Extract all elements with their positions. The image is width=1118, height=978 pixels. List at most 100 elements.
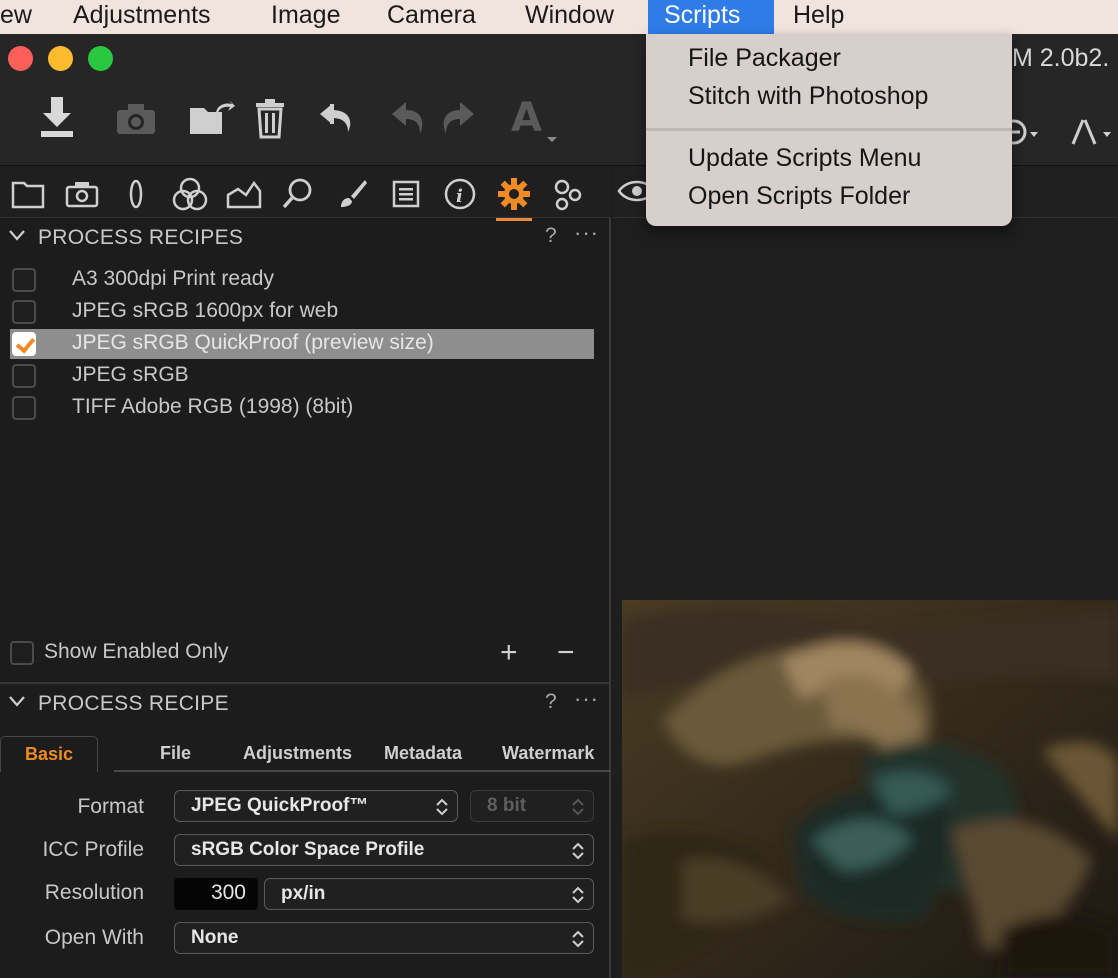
recipe-label: JPEG sRGB 1600px for web	[72, 299, 339, 322]
bit-depth-select: 8 bit	[470, 790, 594, 822]
tab-underline	[114, 770, 611, 772]
show-enabled-only-label: Show Enabled Only	[44, 640, 229, 663]
menu-scripts[interactable]: Scripts	[648, 0, 774, 34]
library-icon[interactable]	[6, 172, 50, 216]
tab-metadata[interactable]: Metadata	[384, 736, 462, 772]
recipe-checkbox[interactable]	[12, 364, 36, 388]
output-icon[interactable]	[492, 172, 536, 221]
updown-arrows-icon	[572, 842, 584, 860]
process-recipe-header[interactable]: PROCESS RECIPE ? ···	[0, 686, 611, 722]
zoom-window-button[interactable]	[88, 46, 113, 71]
recipe-subtabs: Basic File Adjustments Metadata Watermar…	[0, 736, 611, 772]
format-value: JPEG QuickProof™	[191, 795, 369, 816]
menu-view[interactable]: ew	[0, 0, 48, 34]
recipe-checkbox[interactable]	[12, 300, 36, 324]
reset-icon[interactable]	[316, 90, 360, 146]
menu-item-update-scripts-menu[interactable]: Update Scripts Menu	[688, 144, 921, 173]
help-button[interactable]: ?	[545, 690, 557, 714]
updown-arrows-icon	[572, 886, 584, 904]
recipe-checkbox[interactable]	[12, 396, 36, 420]
tab-adjustments[interactable]: Adjustments	[243, 736, 352, 772]
menu-window[interactable]: Window	[509, 0, 630, 34]
recipe-label: JPEG sRGB QuickProof (preview size)	[72, 331, 434, 354]
more-options-button[interactable]: ···	[574, 220, 599, 246]
recipe-label: TIFF Adobe RGB (1998) (8bit)	[72, 395, 354, 418]
resolution-value: 300	[210, 881, 246, 904]
process-recipes-title: PROCESS RECIPES	[38, 226, 244, 249]
updown-arrows-icon	[572, 930, 584, 948]
menu-adjustments[interactable]: Adjustments	[57, 0, 227, 34]
resolution-unit-value: px/in	[281, 883, 326, 904]
details-icon[interactable]	[276, 172, 320, 216]
tool-tab-bar: i	[0, 166, 611, 221]
menu-image[interactable]: Image	[255, 0, 356, 34]
menu-help[interactable]: Help	[777, 0, 860, 34]
section-divider	[0, 682, 611, 684]
text-annotation-icon[interactable]: A	[508, 90, 560, 146]
menu-bar: ew Adjustments Image Camera Window Scrip…	[0, 0, 1118, 34]
bit-depth-value: 8 bit	[487, 795, 527, 816]
recipe-checkbox-checked[interactable]	[12, 332, 36, 356]
import-icon[interactable]	[34, 90, 80, 146]
menu-item-open-scripts-folder[interactable]: Open Scripts Folder	[688, 182, 910, 211]
recipe-row[interactable]: TIFF Adobe RGB (1998) (8bit)	[10, 393, 594, 423]
image-preview[interactable]	[622, 600, 1118, 978]
updown-arrows-icon	[436, 798, 448, 816]
open-with-select[interactable]: None	[174, 922, 594, 954]
camera-icon[interactable]	[112, 90, 160, 146]
color-icon[interactable]	[168, 172, 212, 216]
show-enabled-only-checkbox[interactable]	[10, 641, 34, 665]
remove-recipe-button[interactable]: −	[557, 636, 575, 670]
resolution-input[interactable]: 300	[174, 878, 258, 910]
menu-item-stitch-with-photoshop[interactable]: Stitch with Photoshop	[688, 82, 928, 111]
icc-profile-value: sRGB Color Space Profile	[191, 839, 425, 860]
help-button[interactable]: ?	[545, 224, 557, 248]
metadata-icon[interactable]	[384, 172, 428, 216]
more-options-button[interactable]: ···	[574, 686, 599, 712]
recipe-row-selected[interactable]: JPEG sRGB QuickProof (preview size)	[10, 329, 594, 359]
tab-watermark[interactable]: Watermark	[502, 736, 594, 772]
add-recipe-button[interactable]: +	[500, 636, 518, 670]
info-icon[interactable]: i	[438, 172, 482, 216]
resolution-unit-select[interactable]: px/in	[264, 878, 594, 910]
tab-file[interactable]: File	[160, 736, 191, 772]
recipe-row[interactable]: JPEG sRGB 1600px for web	[10, 297, 594, 327]
recipe-row[interactable]: JPEG sRGB	[10, 361, 594, 391]
lens-icon[interactable]	[114, 172, 158, 216]
scripts-menu-dropdown: File Packager Stitch with Photoshop Upda…	[646, 34, 1012, 226]
menu-separator	[646, 128, 1012, 131]
chevron-down-icon[interactable]	[6, 690, 28, 712]
menu-item-file-packager[interactable]: File Packager	[688, 44, 841, 73]
move-to-folder-icon[interactable]	[188, 90, 236, 146]
format-select[interactable]: JPEG QuickProof™	[174, 790, 458, 822]
process-recipe-title: PROCESS RECIPE	[38, 692, 229, 715]
undo-icon[interactable]	[388, 90, 428, 146]
open-with-label: Open With	[44, 926, 144, 949]
tab-basic[interactable]: Basic	[0, 736, 99, 772]
left-tool-panel: i PROCESS RECIPES ? ··· A3 300dpi Print …	[0, 166, 611, 978]
recipe-label: JPEG sRGB	[72, 363, 189, 386]
capture-icon[interactable]	[60, 172, 104, 216]
recipe-checkbox[interactable]	[12, 268, 36, 292]
batch-icon[interactable]	[546, 172, 590, 216]
menu-camera[interactable]: Camera	[371, 0, 492, 34]
minimize-window-button[interactable]	[48, 46, 73, 71]
show-enabled-only-toggle[interactable]: Show Enabled Only	[10, 638, 310, 668]
recipe-label: A3 300dpi Print ready	[72, 267, 274, 290]
trash-icon[interactable]	[250, 90, 290, 146]
svg-text:A: A	[511, 95, 542, 141]
svg-text:i: i	[456, 186, 463, 207]
icc-profile-select[interactable]: sRGB Color Space Profile	[174, 834, 594, 866]
window-title: M 2.0b2.	[1012, 44, 1110, 72]
close-window-button[interactable]	[8, 46, 33, 71]
viewer-area	[613, 166, 1118, 978]
local-adjustments-icon[interactable]	[330, 172, 374, 216]
redo-icon[interactable]	[438, 90, 478, 146]
format-label: Format	[77, 795, 144, 818]
recipe-row[interactable]: A3 300dpi Print ready	[10, 265, 594, 295]
process-recipes-header[interactable]: PROCESS RECIPES ? ···	[0, 220, 611, 256]
exposure-icon[interactable]	[222, 172, 266, 216]
resolution-label: Resolution	[44, 881, 144, 904]
cursor-tool-icon[interactable]	[1068, 104, 1116, 160]
chevron-down-icon[interactable]	[6, 224, 28, 246]
